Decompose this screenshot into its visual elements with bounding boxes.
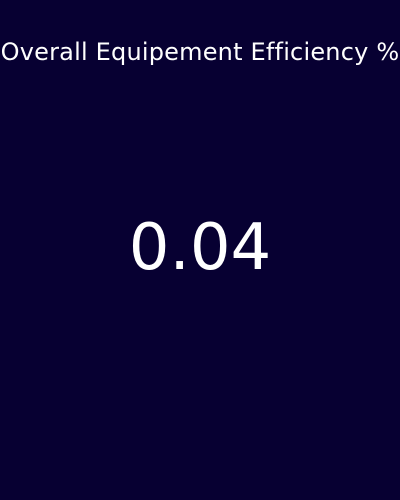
kpi-value: 0.04 xyxy=(128,211,272,285)
kpi-title: Overall Equipement Efficiency % xyxy=(0,38,400,66)
kpi-tile: Overall Equipement Efficiency % 0.04 xyxy=(0,0,400,500)
